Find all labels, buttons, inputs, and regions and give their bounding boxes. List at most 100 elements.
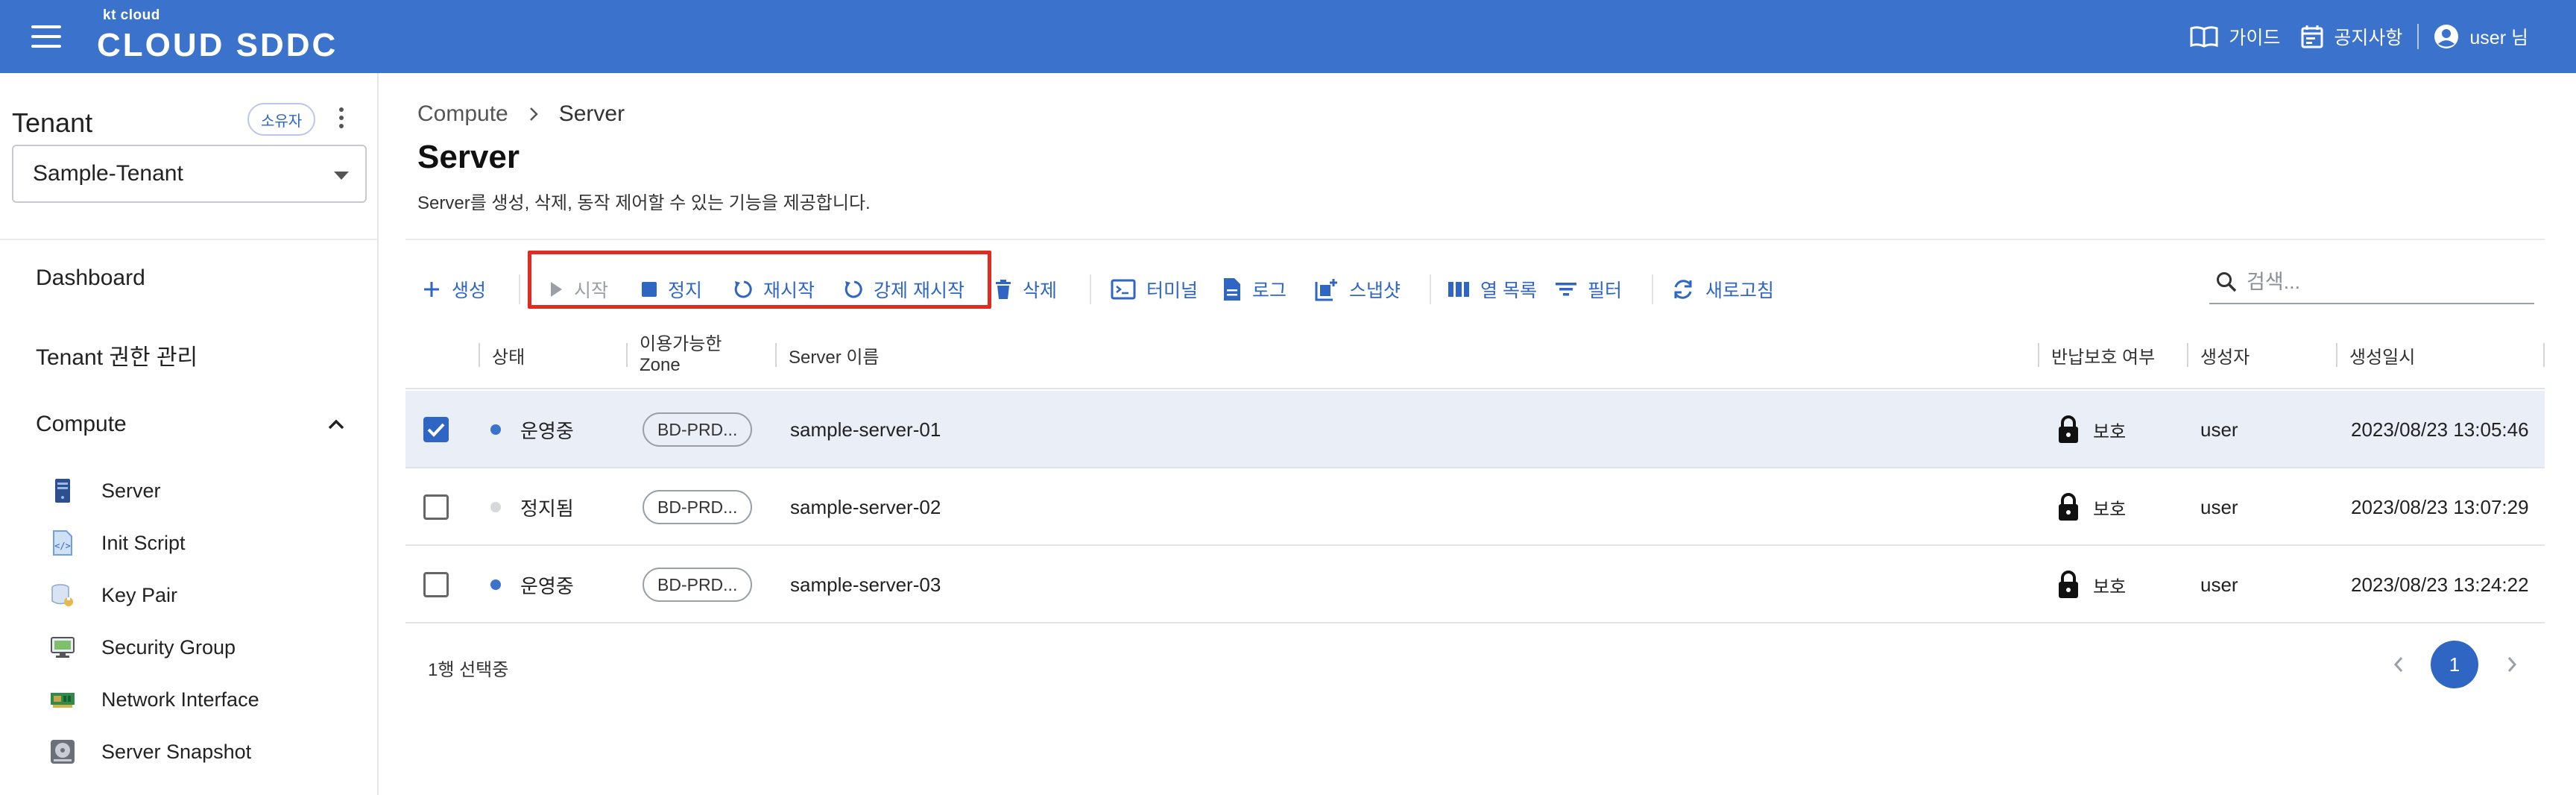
filter-button[interactable]: 필터 [1555,258,1622,321]
refresh-label: 새로고침 [1705,280,1775,301]
columns-button[interactable]: 열 목록 [1448,258,1537,321]
page-description: Server를 생성, 삭제, 동작 제어할 수 있는 기능을 제공합니다. [417,193,871,213]
notice-link[interactable]: 공지사항 [2301,23,2402,50]
columns-label: 열 목록 [1480,280,1537,301]
sidebar-group-compute[interactable]: Compute [36,412,346,437]
column-header-name-label: Server 이름 [789,347,880,368]
terminal-label: 터미널 [1146,280,1199,301]
table-row[interactable]: 정지됨 BD-PRD... sample-server-02 보호 user 2… [405,468,2545,546]
top-app-bar: kt cloud CLOUD SDDC 가이드 공지사항 user 님 [0,0,2576,73]
column-header-status[interactable]: 상태 [479,321,525,389]
row-checkbox[interactable] [423,572,449,597]
column-header-created-at-label: 생성일시 [2349,347,2416,368]
sidebar-item-label: Security Group [101,635,236,659]
play-icon [551,282,562,297]
sidebar-item-security-group[interactable]: Security Group [49,631,236,664]
more-vert-icon[interactable] [334,107,349,134]
creator: user [2200,418,2238,441]
table-row[interactable]: 운영중 BD-PRD... sample-server-03 보호 user 2… [405,546,2545,623]
stop-icon [642,282,657,297]
toolbar-separator [1430,274,1431,304]
creator: user [2200,573,2238,596]
server-name: sample-server-01 [790,418,941,441]
table-header: 상태 이용가능한 Zone Server 이름 반납보호 여부 생성자 생성일시 [405,321,2545,389]
column-header-zone-line1: 이용가능한 [640,334,722,354]
delete-button[interactable]: 삭제 [994,258,1057,321]
column-header-creator[interactable]: 생성자 [2187,321,2250,389]
restart-icon [734,280,752,298]
header-divider [2417,24,2419,49]
next-page-button[interactable] [2503,653,2521,679]
chevron-right-icon [2507,657,2517,672]
breadcrumb-compute[interactable]: Compute [417,101,508,127]
create-button[interactable]: 생성 [422,258,486,321]
search-input[interactable] [2247,270,2515,294]
add-snapshot-icon [1315,279,1337,301]
column-header-name[interactable]: Server 이름 [775,321,880,389]
sidebar-item-key-pair[interactable]: Key Pair [49,579,177,612]
force-restart-button[interactable]: 강제 재시작 [842,258,965,321]
toolbar-separator [1652,274,1653,304]
tenant-select-value: Sample-Tenant [33,161,183,186]
user-label: user 님 [2469,28,2528,48]
start-label: 시작 [574,280,609,301]
force-restart-label: 강제 재시작 [874,280,965,301]
column-header-protection-label: 반납보호 여부 [2051,347,2156,368]
menu-icon[interactable] [31,25,61,48]
svg-text:</>: </> [54,541,71,551]
sidebar-divider [0,239,377,240]
sidebar-item-label: Server Snapshot [101,740,252,763]
page-number-button[interactable]: 1 [2431,641,2478,688]
document-icon [1224,278,1240,301]
logo-cloud-sddc: CLOUD SDDC [97,27,338,63]
table-row[interactable]: 운영중 BD-PRD... sample-server-01 보호 user 2… [405,391,2545,468]
plus-icon [424,282,439,297]
guide-link[interactable]: 가이드 [2190,23,2280,50]
refresh-button[interactable]: 새로고침 [1671,258,1774,321]
sidebar-item-tenant-permission[interactable]: Tenant 권한 관리 [36,339,198,371]
sidebar-item-label: Server [101,479,161,502]
column-header-status-label: 상태 [492,347,525,368]
row-checkbox[interactable] [423,494,449,520]
terminal-button[interactable]: 터미널 [1111,258,1198,321]
column-header-created-at[interactable]: 생성일시 [2336,321,2415,389]
key-pair-icon [49,582,76,609]
app-logo[interactable]: kt cloud CLOUD SDDC [97,7,350,67]
log-button[interactable]: 로그 [1222,258,1287,321]
filter-label: 필터 [1588,280,1623,301]
sidebar-item-network-interface[interactable]: Network Interface [49,683,259,716]
column-header-zone[interactable]: 이용가능한 Zone [626,321,722,389]
zone-chip: BD-PRD... [643,412,753,447]
created-at: 2023/08/23 13:05:46 [2351,418,2529,441]
status-dot [490,579,501,590]
script-icon: </> [49,530,76,556]
row-checkbox[interactable] [423,417,449,442]
sidebar-item-server[interactable]: Server [49,474,161,507]
chevron-up-icon [328,419,344,430]
toolbar-separator [519,274,520,304]
sidebar-item-init-script[interactable]: </> Init Script [49,527,186,559]
restart-button[interactable]: 재시작 [732,258,815,321]
terminal-icon [1111,279,1136,300]
toolbar-divider [405,239,2545,240]
protection-text: 보호 [2093,499,2127,520]
sidebar-item-server-snapshot[interactable]: Server Snapshot [49,735,251,768]
check-icon [427,423,445,437]
network-card-icon [49,686,76,713]
page-title: Server [417,139,520,175]
sidebar-item-dashboard[interactable]: Dashboard [36,265,145,291]
lock-icon [2059,415,2078,443]
start-button[interactable]: 시작 [549,258,608,321]
created-at: 2023/08/23 13:07:29 [2351,495,2529,518]
column-header-protection[interactable]: 반납보호 여부 [2038,321,2155,389]
tenant-select[interactable]: Sample-Tenant [12,145,367,203]
stop-button[interactable]: 정지 [641,258,702,321]
lock-icon [2059,571,2078,598]
book-icon [2190,26,2218,48]
search-box[interactable] [2209,261,2534,304]
status-dot [490,502,501,512]
prev-page-button[interactable] [2390,653,2408,679]
user-menu[interactable]: user 님 [2434,23,2528,50]
status-text: 운영중 [520,574,574,597]
snapshot-button[interactable]: 스냅샷 [1315,258,1401,321]
